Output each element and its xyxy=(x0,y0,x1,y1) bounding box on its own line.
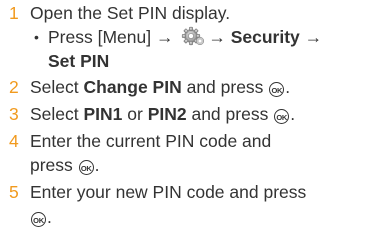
settings-gear-icon xyxy=(182,26,205,46)
menu-set-pin: Set PIN xyxy=(48,51,110,71)
step-text: Select Change PIN and press OK. xyxy=(30,77,291,97)
menu-security: Security xyxy=(230,27,300,47)
step-number: 3 xyxy=(9,104,19,124)
step-text: Select PIN1 or PIN2 and press OK. xyxy=(30,104,296,124)
step-number: 1 xyxy=(9,3,19,23)
step-text: Enter the current PIN code and xyxy=(30,131,272,151)
option-pin1: PIN1 xyxy=(83,104,123,124)
step-text: OK. xyxy=(30,206,52,228)
ok-key-icon: OK xyxy=(269,82,285,97)
ok-key-icon: OK xyxy=(274,109,290,124)
step-text: Open the Set PIN display. xyxy=(30,3,231,23)
ok-key-icon: OK xyxy=(31,212,46,227)
step-text: press OK. xyxy=(30,155,100,175)
option-pin2: PIN2 xyxy=(147,104,187,124)
substep-text: Press [Menu] → → Security → xyxy=(48,26,323,47)
ok-key-icon: OK xyxy=(78,160,94,175)
option-change-pin: Change PIN xyxy=(83,77,182,97)
step-number: 5 xyxy=(9,182,19,202)
step-number: 4 xyxy=(9,131,19,151)
step-text: Enter your new PIN code and press xyxy=(30,182,307,202)
bullet: • xyxy=(34,29,39,45)
step-number: 2 xyxy=(9,77,19,97)
